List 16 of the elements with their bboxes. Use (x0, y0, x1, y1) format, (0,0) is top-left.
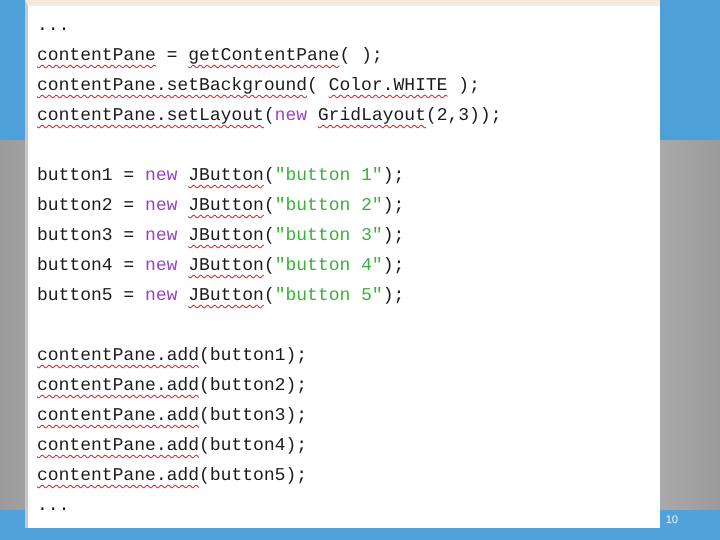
code-line: button3 = new JButton("button 3"); (37, 225, 404, 248)
code-line: button5 = new JButton("button 5"); (37, 285, 404, 308)
code-line: contentPane.add(button3); (37, 405, 308, 428)
code-line: button2 = new JButton("button 2"); (37, 195, 404, 218)
code-line: contentPane.setLayout(new GridLayout(2,3)); (37, 105, 502, 128)
code-line: ... (37, 15, 70, 38)
slide-number: 10 (666, 513, 678, 528)
code-line: button1 = new JButton("button 1"); (37, 165, 404, 188)
code-line: contentPane.add(button5); (37, 465, 308, 488)
code-line: contentPane.add(button1); (37, 345, 308, 368)
code-line: contentPane = getContentPane( ); (37, 45, 383, 68)
code-line: ... (37, 495, 70, 518)
code-line: contentPane.setBackground( Color.WHITE ); (37, 75, 480, 98)
code-line: contentPane.add(button2); (37, 375, 308, 398)
code-line: button4 = new JButton("button 4"); (37, 255, 404, 278)
code-line: contentPane.add(button4); (37, 435, 308, 458)
